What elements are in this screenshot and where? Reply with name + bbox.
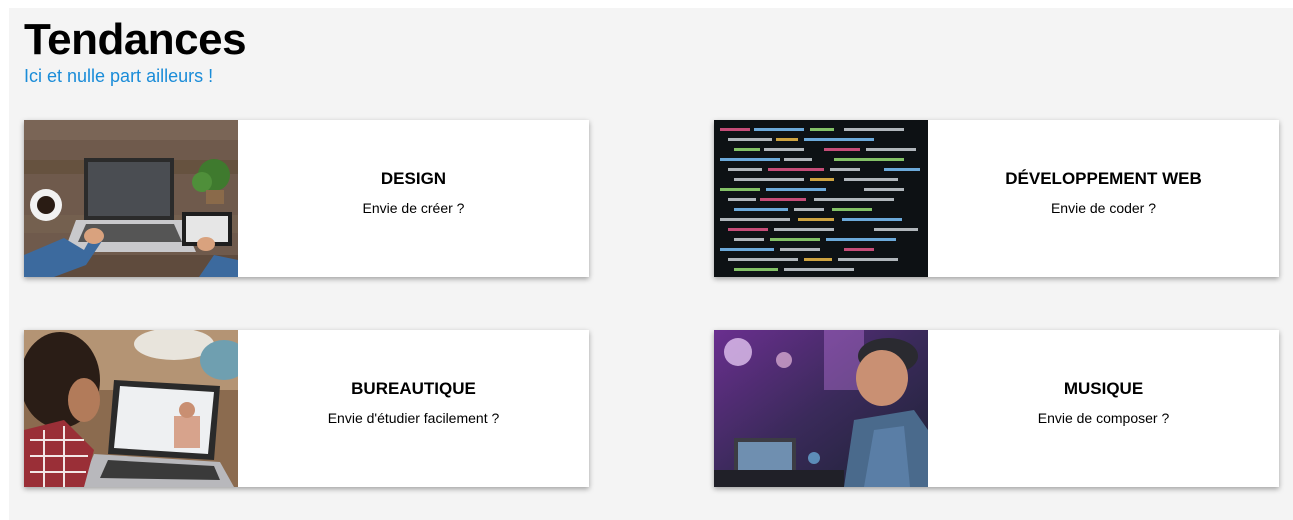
page-title: Tendances <box>24 15 247 64</box>
card-design-body: DESIGN Envie de créer ? <box>238 120 589 277</box>
card-design-image <box>24 120 238 277</box>
card-design-text: Envie de créer ? <box>362 199 465 216</box>
card-web-dev[interactable]: DÉVELOPPEMENT WEB Envie de coder ? <box>714 120 1279 277</box>
page-subtitle: Ici et nulle part ailleurs ! <box>24 66 214 86</box>
card-design[interactable]: DESIGN Envie de créer ? <box>24 120 589 277</box>
card-web-dev-image <box>714 120 928 277</box>
card-web-dev-text: Envie de coder ? <box>1050 199 1157 216</box>
card-music[interactable]: MUSIQUE Envie de composer ? <box>714 330 1279 487</box>
card-web-dev-body: DÉVELOPPEMENT WEB Envie de coder ? <box>928 120 1279 277</box>
card-music-image <box>714 330 928 487</box>
card-office-title: BUREAUTIQUE <box>351 378 476 398</box>
card-office-image <box>24 330 238 487</box>
trends-section: Tendances Ici et nulle part ailleurs ! D… <box>9 8 1293 520</box>
card-music-title: MUSIQUE <box>1063 378 1144 398</box>
card-music-text: Envie de composer ? <box>1037 409 1170 426</box>
card-web-dev-title: DÉVELOPPEMENT WEB <box>1005 168 1202 188</box>
card-office-text: Envie d'étudier facilement ? <box>327 409 500 426</box>
card-music-body: MUSIQUE Envie de composer ? <box>928 330 1279 487</box>
card-office[interactable]: BUREAUTIQUE Envie d'étudier facilement ? <box>24 330 589 487</box>
card-design-title: DESIGN <box>380 168 447 188</box>
card-office-body: BUREAUTIQUE Envie d'étudier facilement ? <box>238 330 589 487</box>
